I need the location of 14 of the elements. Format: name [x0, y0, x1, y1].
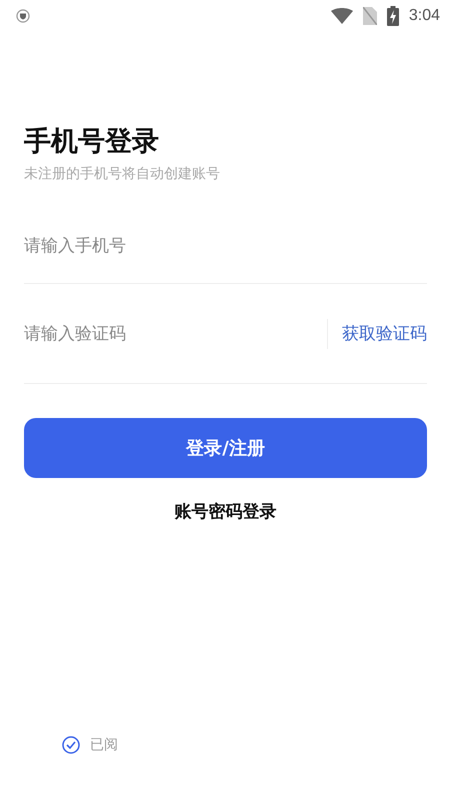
login-button[interactable]: 登录/注册 [24, 418, 427, 478]
no-sim-icon [362, 7, 377, 25]
shield-icon [16, 9, 30, 23]
wifi-icon [330, 8, 353, 24]
status-time: 3:04 [408, 7, 440, 25]
code-input-field[interactable]: 请输入验证码 [24, 324, 327, 344]
password-login-link[interactable]: 账号密码登录 [174, 500, 276, 523]
subtitle: 未注册的手机号将自动创建账号 [24, 165, 221, 184]
page-title: 手机号登录 [24, 125, 160, 159]
checkbox-icon[interactable] [62, 736, 80, 754]
battery-charging-icon [386, 6, 399, 26]
agreement-text: 已阅 [90, 736, 118, 754]
phone-input-field[interactable]: 请输入手机号 [24, 236, 427, 256]
get-code-link[interactable]: 获取验证码 [342, 322, 427, 345]
